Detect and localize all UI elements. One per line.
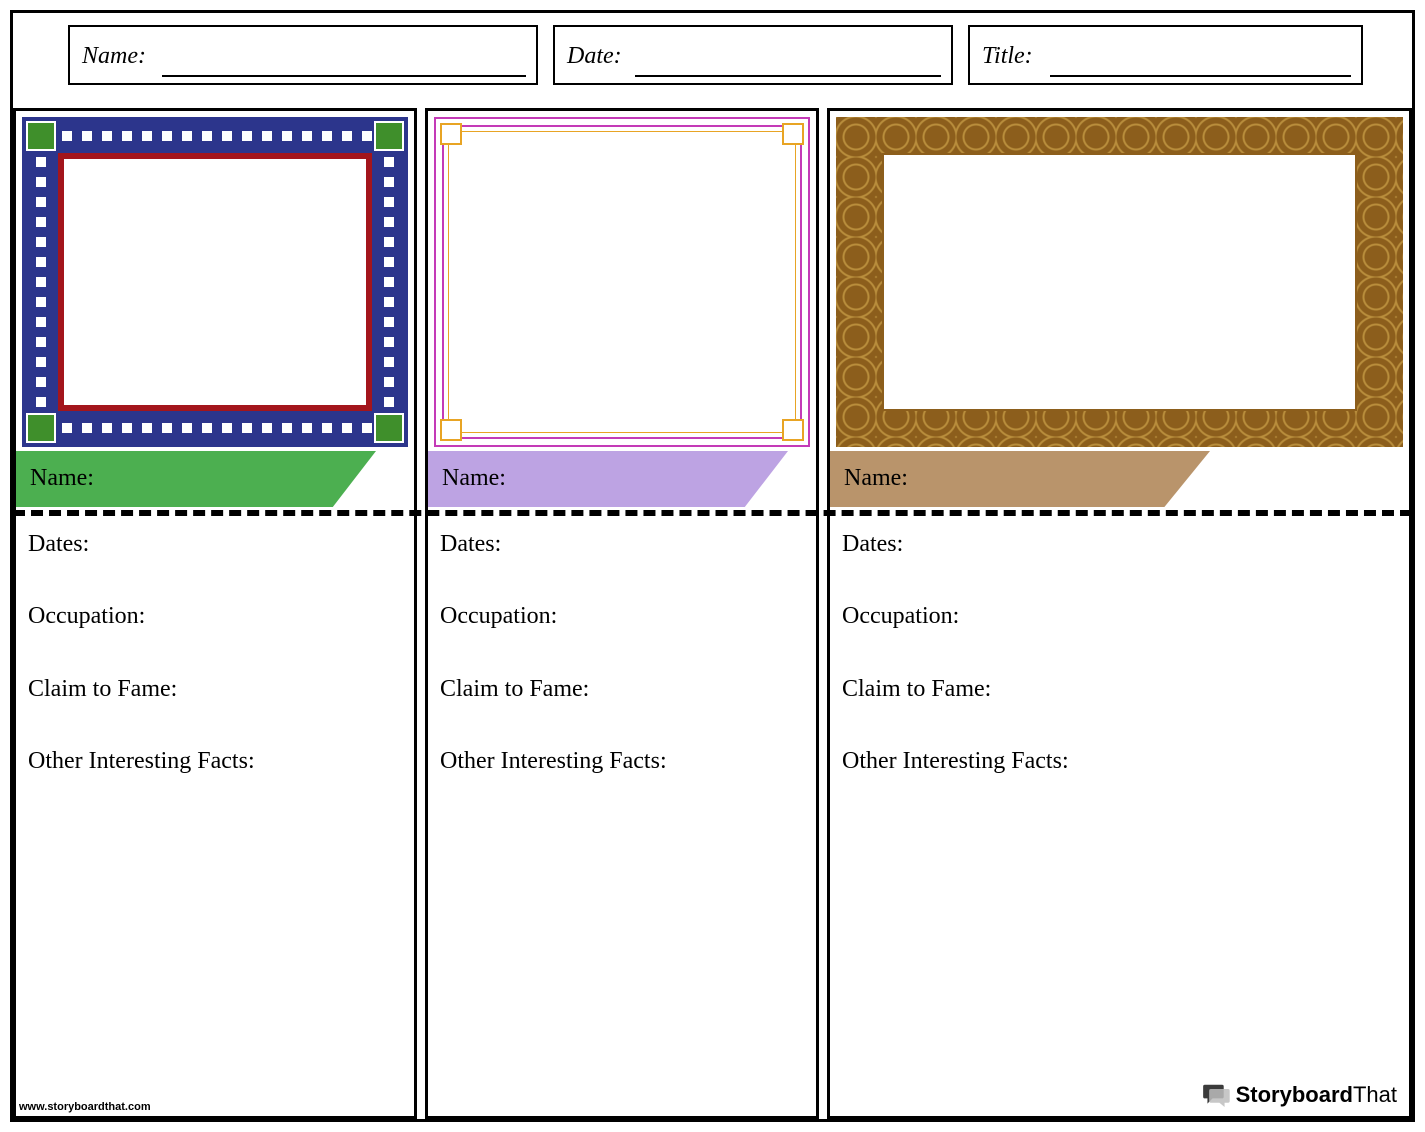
worksheet-page: Name: Date: Title: Name: Dates: (10, 10, 1415, 1122)
bio-card-2: Name: Dates: Occupation: Claim to Fame: … (425, 108, 819, 1119)
bio-card-1: Name: Dates: Occupation: Claim to Fame: … (13, 108, 417, 1119)
field-occupation: Occupation: (28, 603, 404, 629)
field-other: Other Interesting Facts: (842, 748, 1399, 774)
header-date-box[interactable]: Date: (553, 25, 953, 85)
header-strip: Name: Date: Title: (13, 13, 1412, 108)
field-other: Other Interesting Facts: (440, 748, 806, 774)
header-date-line (635, 75, 941, 77)
picture-frame-thin (434, 117, 810, 447)
brand-strong: Storyboard (1236, 1082, 1353, 1107)
header-title-box[interactable]: Title: (968, 25, 1363, 85)
header-name-line (162, 75, 526, 77)
field-dates: Dates: (28, 531, 404, 557)
speech-bubble-icon (1202, 1083, 1230, 1107)
field-claim: Claim to Fame: (28, 676, 404, 702)
name-banner-1[interactable]: Name: (16, 451, 376, 507)
header-date-label: Date: (567, 43, 622, 70)
header-title-label: Title: (982, 43, 1033, 70)
name-banner-label: Name: (844, 465, 908, 492)
field-claim: Claim to Fame: (842, 676, 1399, 702)
field-other: Other Interesting Facts: (28, 748, 404, 774)
fields-3: Dates: Occupation: Claim to Fame: Other … (842, 531, 1399, 1086)
field-claim: Claim to Fame: (440, 676, 806, 702)
field-dates: Dates: (842, 531, 1399, 557)
footer-url: www.storyboardthat.com (19, 1101, 151, 1113)
fields-1: Dates: Occupation: Claim to Fame: Other … (28, 531, 404, 1086)
field-dates: Dates: (440, 531, 806, 557)
name-banner-label: Name: (442, 465, 506, 492)
picture-frame-classic (22, 117, 408, 447)
bio-card-3: Name: Dates: Occupation: Claim to Fame: … (827, 108, 1412, 1119)
header-name-label: Name: (82, 43, 146, 70)
header-title-line (1050, 75, 1351, 77)
brand-light: That (1353, 1082, 1397, 1107)
name-banner-3[interactable]: Name: (830, 451, 1210, 507)
field-occupation: Occupation: (842, 603, 1399, 629)
brand-logo: StoryboardThat (1202, 1082, 1397, 1108)
field-occupation: Occupation: (440, 603, 806, 629)
name-banner-label: Name: (30, 465, 94, 492)
fields-2: Dates: Occupation: Claim to Fame: Other … (440, 531, 806, 1086)
picture-frame-ornate (836, 117, 1403, 447)
name-banner-2[interactable]: Name: (428, 451, 788, 507)
header-name-box[interactable]: Name: (68, 25, 538, 85)
